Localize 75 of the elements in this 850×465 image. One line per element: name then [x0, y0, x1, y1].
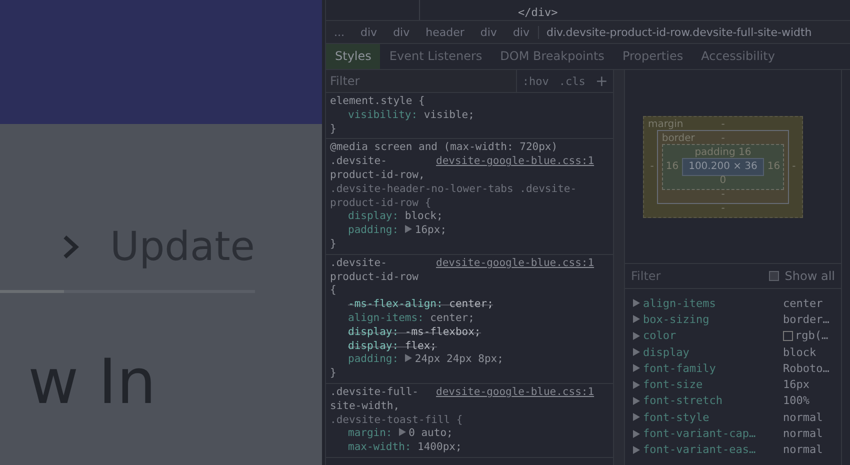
property-value: border… — [783, 312, 830, 326]
css-declaration: -ms-flex-align: center; — [348, 298, 494, 310]
source-link[interactable]: devsite-google-blue.css:1 — [436, 256, 594, 271]
brace: } — [330, 367, 338, 381]
box-value: - — [721, 202, 725, 214]
panel-tab[interactable]: Event Listeners — [380, 44, 492, 69]
property-name: display — [643, 346, 690, 359]
css-selector: element.style { — [330, 95, 425, 109]
breadcrumb-item[interactable]: div — [504, 26, 538, 38]
source-link[interactable]: devsite-google-blue.css:1 — [436, 155, 594, 169]
panel-tab[interactable]: DOM Breakpoints — [491, 44, 614, 69]
panel-tab[interactable]: Properties — [613, 44, 692, 69]
box-label: padding — [694, 146, 736, 158]
box-value: 0 — [720, 174, 726, 186]
property-value: normal — [783, 427, 823, 440]
property-value: block — [783, 346, 816, 359]
add-rule-button[interactable]: + — [590, 72, 613, 90]
box-value: - — [721, 188, 725, 200]
hov-toggle[interactable]: :hov — [517, 74, 554, 88]
breadcrumb-item[interactable]: div.devsite-product-id-row.devsite-full-site-width — [538, 26, 820, 38]
css-declaration: max-width: 1400px; — [348, 441, 462, 454]
css-selector: .devsite-full-site-width, — [330, 386, 420, 414]
content-box: 100.200 × 36 — [682, 158, 764, 176]
property-name: font-style — [643, 410, 710, 424]
box-value: 16 — [666, 162, 679, 172]
css-selector: .devsite-product-id-row, — [330, 155, 426, 183]
css-declaration: display: flex; — [348, 340, 437, 352]
css-declaration: align-items: center; — [348, 312, 474, 324]
brace: } — [330, 122, 338, 136]
property-name: font-stretch — [643, 394, 722, 408]
media-query: @media screen and (max-width: 720px) — [330, 141, 559, 156]
css-selector: .devsite-toast-fill { — [330, 414, 464, 428]
panel-tab[interactable]: Styles — [326, 44, 380, 69]
box-label: margin — [648, 118, 684, 130]
show-all-label: Show all — [784, 269, 835, 283]
property-name: color — [643, 329, 676, 342]
box-value: - — [721, 132, 725, 144]
property-value: normal — [783, 443, 823, 456]
box-value: - — [792, 162, 796, 172]
breadcrumb-item[interactable]: div — [352, 26, 386, 38]
box-label: border — [662, 132, 695, 144]
css-declaration: display: -ms-flexbox; — [348, 326, 481, 338]
box-value: - — [650, 162, 654, 172]
property-value: Roboto… — [783, 362, 830, 375]
property-name: font-variant-eas… — [643, 443, 756, 456]
breadcrumb-item[interactable]: div — [472, 26, 505, 38]
brace: { — [330, 284, 338, 298]
css-declaration: padding: 16px; — [348, 224, 447, 236]
css-declaration: visibility: visible; — [348, 108, 474, 121]
panel-tab[interactable]: Accessibility — [692, 44, 784, 69]
property-name: font-family — [643, 362, 716, 375]
property-value: 100% — [783, 394, 810, 408]
property-value: center — [783, 296, 823, 310]
property-name: box-sizing — [643, 312, 710, 326]
property-name: align-items — [643, 296, 716, 310]
box-value: - — [721, 118, 725, 130]
breadcrumb-item[interactable]: div — [385, 26, 418, 38]
brace: } — [330, 238, 338, 252]
css-declaration: margin: 0 auto; — [348, 427, 453, 440]
property-name: font-size — [643, 378, 703, 392]
cls-toggle[interactable]: .cls — [554, 74, 590, 88]
property-name: font-variant-cap… — [643, 427, 756, 440]
property-value: 16px — [783, 378, 810, 392]
property-value: normal — [783, 410, 823, 424]
css-declaration: padding: 24px 24px 8px; — [348, 353, 504, 366]
css-selector: .devsite-product-id-row — [330, 256, 420, 284]
box-value: 16 — [767, 162, 780, 172]
breadcrumb-item[interactable]: ... — [326, 26, 352, 38]
css-selector: .devsite-header-no-lower-tabs .devsite-product-id-row { — [330, 182, 578, 210]
source-link[interactable]: devsite-google-blue.css:1 — [436, 386, 594, 400]
computed-filter-field[interactable]: Filter — [631, 269, 769, 283]
property-value: rgb(… — [795, 329, 828, 342]
css-declaration: display: block; — [348, 210, 443, 222]
box-value: 16 — [738, 146, 752, 158]
breadcrumb-item[interactable]: header — [418, 26, 472, 38]
